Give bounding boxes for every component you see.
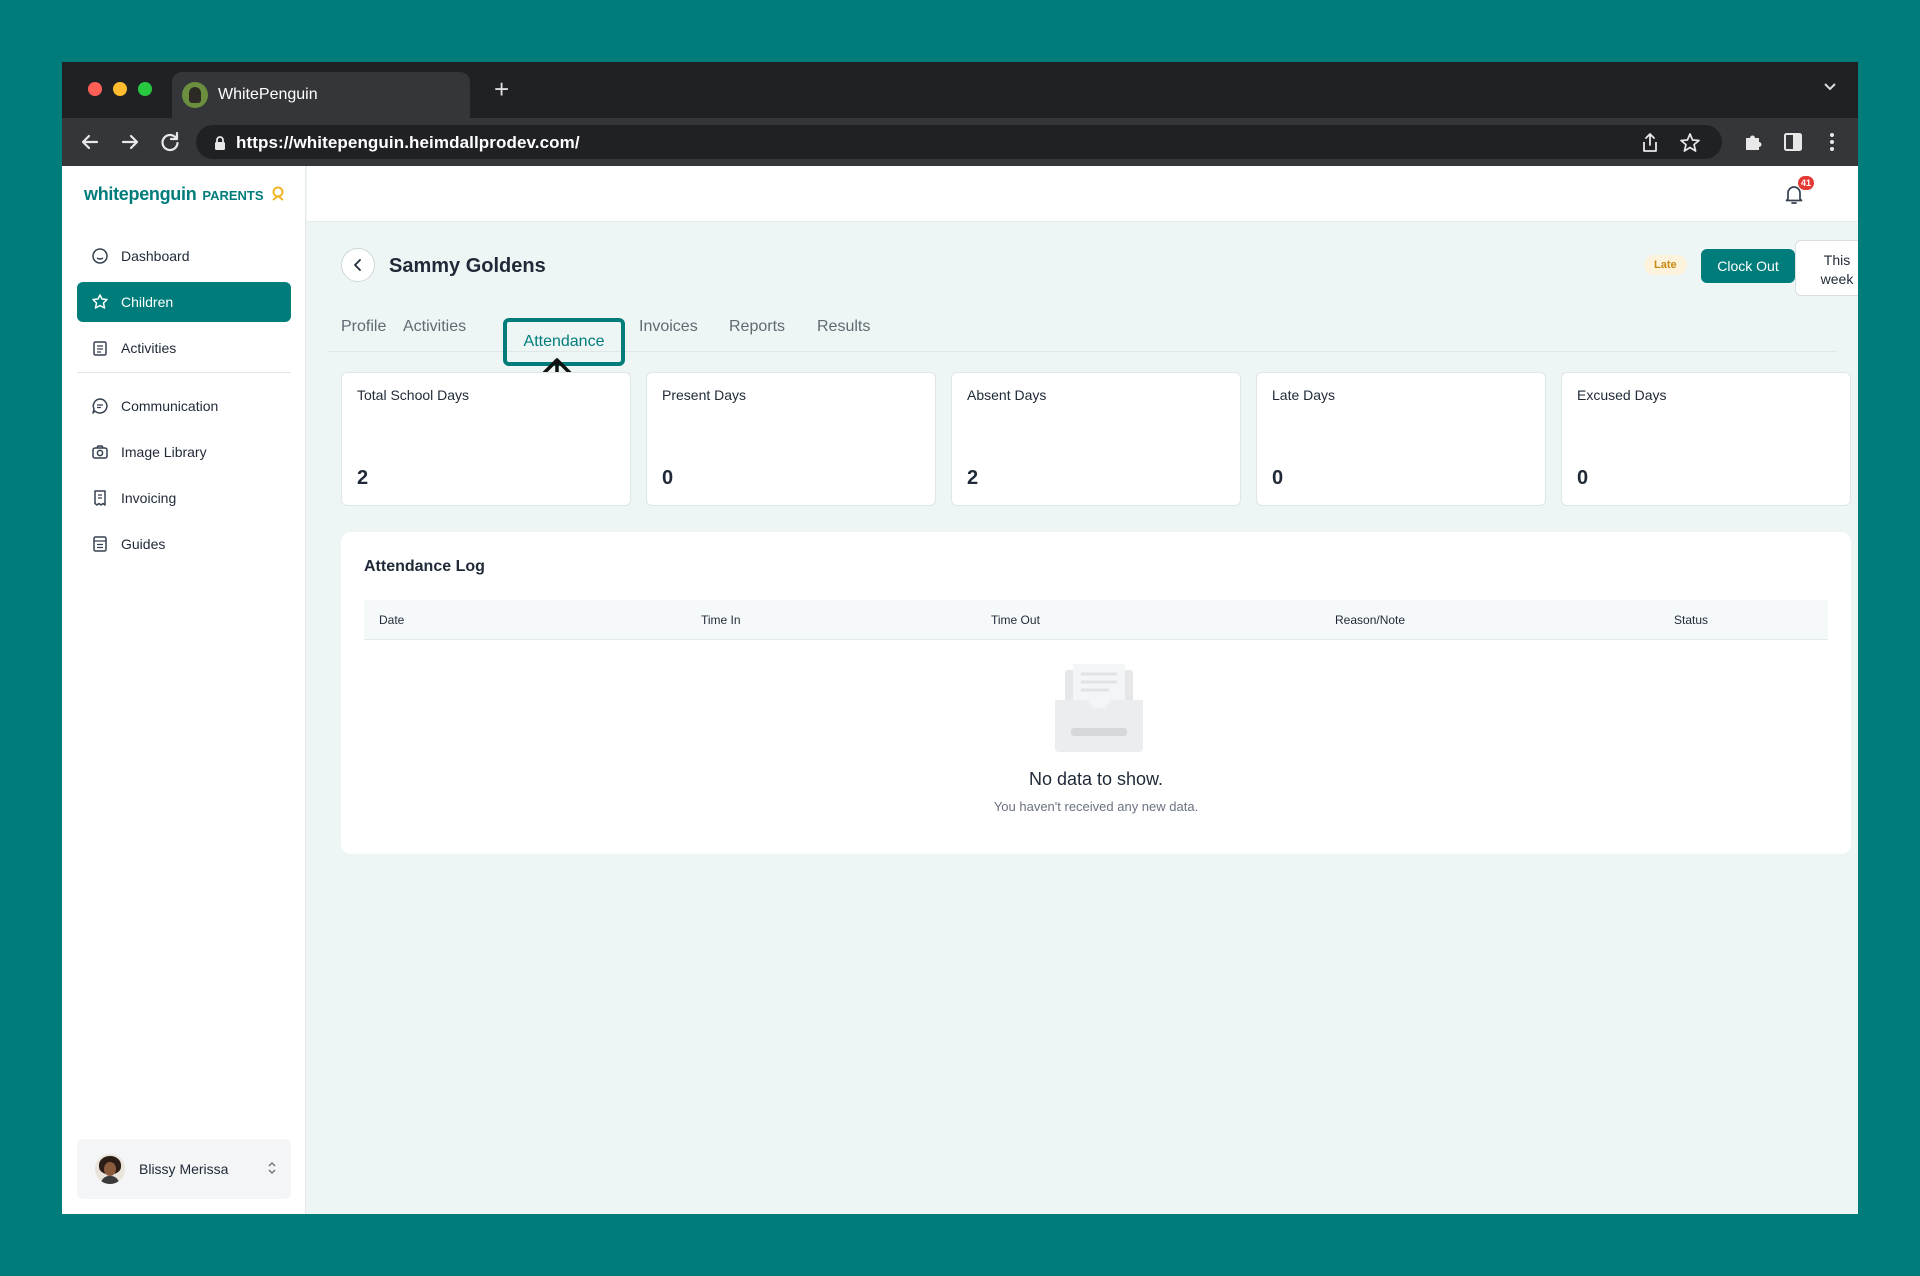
tab-profile[interactable]: Profile bbox=[341, 318, 386, 336]
dashboard-icon bbox=[91, 247, 109, 265]
page-title: Sammy Goldens bbox=[389, 255, 546, 277]
stat-card-present-days: Present Days 0 bbox=[646, 372, 936, 506]
logo-tag: PARENTS bbox=[202, 188, 264, 203]
stat-label: Excused Days bbox=[1577, 387, 1667, 403]
sidebar-item-image-library[interactable]: Image Library bbox=[77, 432, 291, 472]
tab-activities[interactable]: Activities bbox=[403, 318, 466, 336]
browser-toolbar: https://whitepenguin.heimdallprodev.com/ bbox=[62, 118, 1858, 166]
tab-title: WhitePenguin bbox=[218, 86, 318, 103]
app-root: whitepenguin PARENTS Dashboard Children … bbox=[62, 166, 1858, 1214]
attendance-log-title: Attendance Log bbox=[364, 558, 485, 575]
status-badge: Late bbox=[1644, 255, 1687, 275]
browser-window: WhitePenguin + https://whitepenguin.heim… bbox=[62, 62, 1858, 1214]
sidebar-item-label: Communication bbox=[121, 398, 219, 414]
browser-menu-icon[interactable] bbox=[1818, 128, 1846, 156]
sidebar-item-communication[interactable]: Communication bbox=[77, 386, 291, 426]
stat-card-excused-days: Excused Days 0 bbox=[1561, 372, 1851, 506]
invoice-icon bbox=[91, 489, 109, 507]
column-header-time-out[interactable]: Time Out bbox=[991, 613, 1040, 627]
stat-value: 0 bbox=[1577, 467, 1589, 489]
chat-icon bbox=[91, 397, 109, 415]
share-icon[interactable] bbox=[1638, 131, 1662, 155]
favicon-icon bbox=[182, 82, 208, 108]
tab-invoices[interactable]: Invoices bbox=[639, 318, 698, 336]
penguin-mark-icon bbox=[272, 186, 284, 201]
book-icon bbox=[91, 535, 109, 553]
date-range-select[interactable]: This week bbox=[1795, 240, 1858, 296]
stat-label: Late Days bbox=[1272, 387, 1336, 403]
sidebar-item-label: Image Library bbox=[121, 444, 207, 460]
bookmark-star-icon[interactable] bbox=[1678, 131, 1702, 155]
tab-reports[interactable]: Reports bbox=[729, 318, 785, 336]
stat-label: Present Days bbox=[662, 387, 747, 403]
column-header-date[interactable]: Date bbox=[379, 613, 404, 627]
stat-value: 0 bbox=[1272, 467, 1284, 489]
sidebar-item-activities[interactable]: Activities bbox=[77, 328, 291, 368]
sidebar-divider bbox=[77, 372, 291, 373]
stat-card-late-days: Late Days 0 bbox=[1256, 372, 1546, 506]
reload-icon[interactable] bbox=[156, 128, 184, 156]
sidebar-item-label: Guides bbox=[121, 536, 166, 552]
brand-logo[interactable]: whitepenguin PARENTS bbox=[84, 184, 264, 205]
activities-icon bbox=[91, 339, 109, 357]
sidebar-item-label: Children bbox=[121, 294, 174, 310]
avatar bbox=[95, 1154, 125, 1184]
empty-state-subtitle: You haven't received any new data. bbox=[993, 799, 1199, 814]
column-header-time-in[interactable]: Time In bbox=[701, 613, 741, 627]
extensions-puzzle-icon[interactable] bbox=[1739, 128, 1767, 156]
user-switcher[interactable]: Blissy Merissa bbox=[77, 1139, 291, 1199]
new-tab-button[interactable]: + bbox=[494, 74, 509, 104]
notification-count-badge: 41 bbox=[1797, 176, 1814, 190]
stat-label: Absent Days bbox=[967, 387, 1047, 403]
stat-card-total-school-days: Total School Days 2 bbox=[341, 372, 631, 506]
top-header: 41 bbox=[307, 166, 1858, 222]
browser-tab[interactable]: WhitePenguin bbox=[172, 72, 470, 118]
sidebar-nav-primary: Dashboard Children Activities bbox=[77, 236, 291, 374]
sidebar-nav-secondary: Communication Image Library Invoicing Gu… bbox=[77, 386, 291, 570]
stat-label: Total School Days bbox=[357, 387, 470, 403]
table-header: Date Time In Time Out Reason/Note Status bbox=[364, 600, 1828, 640]
sidebar: whitepenguin PARENTS Dashboard Children … bbox=[62, 166, 306, 1214]
sidebar-item-label: Dashboard bbox=[121, 248, 190, 264]
tab-list-chevron-icon[interactable] bbox=[1822, 78, 1838, 94]
address-bar[interactable]: https://whitepenguin.heimdallprodev.com/ bbox=[196, 125, 1722, 159]
stat-value: 2 bbox=[967, 467, 979, 489]
sidebar-item-label: Activities bbox=[121, 340, 177, 356]
chevron-left-icon bbox=[354, 259, 361, 271]
side-panel-icon[interactable] bbox=[1779, 128, 1807, 156]
attendance-log-panel: Attendance Log Date Time In Time Out Rea… bbox=[341, 532, 1851, 854]
stat-card-absent-days: Absent Days 2 bbox=[951, 372, 1241, 506]
child-tabs: Profile Activities Attendance Invoices R… bbox=[327, 306, 1837, 366]
url-text: https://whitepenguin.heimdallprodev.com/ bbox=[236, 133, 580, 152]
forward-arrow-icon[interactable] bbox=[116, 128, 144, 156]
sidebar-item-label: Invoicing bbox=[121, 490, 177, 506]
user-name: Blissy Merissa bbox=[139, 1161, 229, 1177]
sidebar-item-guides[interactable]: Guides bbox=[77, 524, 291, 564]
maximize-window-button[interactable] bbox=[138, 82, 152, 96]
empty-inbox-icon bbox=[1055, 664, 1143, 752]
stat-value: 0 bbox=[662, 467, 674, 489]
chevron-up-down-icon bbox=[268, 1162, 276, 1174]
clock-out-button[interactable]: Clock Out bbox=[1701, 249, 1795, 283]
children-icon bbox=[91, 293, 109, 311]
camera-icon bbox=[91, 443, 109, 461]
empty-state-title: No data to show. bbox=[1028, 769, 1164, 789]
tab-results[interactable]: Results bbox=[817, 318, 870, 336]
column-header-reason-note[interactable]: Reason/Note bbox=[1335, 613, 1405, 627]
sidebar-item-invoicing[interactable]: Invoicing bbox=[77, 478, 291, 518]
back-arrow-icon[interactable] bbox=[76, 128, 104, 156]
sidebar-item-children[interactable]: Children bbox=[77, 282, 291, 322]
stat-value: 2 bbox=[357, 467, 369, 489]
sidebar-item-dashboard[interactable]: Dashboard bbox=[77, 236, 291, 276]
back-button[interactable] bbox=[341, 248, 375, 282]
close-window-button[interactable] bbox=[88, 82, 102, 96]
column-header-status[interactable]: Status bbox=[1674, 613, 1708, 627]
minimize-window-button[interactable] bbox=[113, 82, 127, 96]
window-controls bbox=[88, 82, 152, 96]
browser-tabbar: WhitePenguin + bbox=[62, 62, 1858, 118]
lock-icon bbox=[215, 136, 225, 150]
logo-wordmark: whitepenguin bbox=[84, 184, 197, 204]
date-range-value: This week bbox=[1820, 252, 1854, 287]
